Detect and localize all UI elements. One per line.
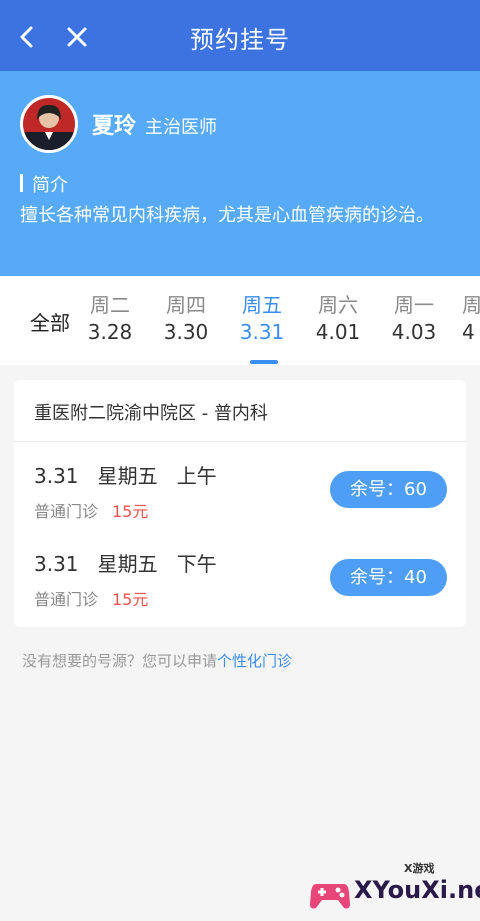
tab-weekday: 周五 [242,293,282,317]
tab-weekday: 周二 [90,293,130,317]
slot-time: 3.31 星期五 下午 [34,548,217,577]
book-button[interactable]: 余号：40 [330,559,447,596]
active-tab-indicator [250,360,278,364]
schedule-slot: 3.31 星期五 下午 普通门诊 15元 余号：40 [14,548,466,633]
slot-period: 上午 [176,464,217,488]
date-tabs: 全部 周二 3.28 周四 3.30 周五 3.31 周六 4.01 周一 4.… [0,276,480,365]
tab-date[interactable]: 周四 3.30 [156,292,216,346]
intro-label: 简介 [32,175,68,196]
tab-date[interactable]: 周一 4.03 [384,292,444,346]
tab-date-value: 4 [462,320,475,344]
tab-date-value: 4.01 [315,320,361,344]
doctor-name: 夏玲 [92,114,137,139]
page-title: 预约挂号 [190,26,290,54]
slot-weekday: 星期五 [97,464,158,488]
watermark: X游戏 XYouXi.net [306,858,480,916]
hint-text: 没有想要的号源？您可以申请 [22,652,218,670]
top-bar: 预约挂号 [0,0,480,71]
slot-period: 下午 [176,552,217,576]
tab-date[interactable]: 周二 3.28 [80,292,140,346]
section-marker [20,174,23,192]
custom-clinic-link[interactable]: 个性化门诊 [217,652,292,670]
schedule-slot: 3.31 星期五 上午 普通门诊 15元 余号：60 [14,460,466,545]
tab-weekday: 周六 [318,293,358,317]
tab-date-value: 3.28 [87,320,133,344]
tab-date[interactable]: 周六 4.01 [308,292,368,346]
tab-date-value: 3.30 [163,320,209,344]
tab-date-active[interactable]: 周五 3.31 [232,292,292,346]
slot-date: 3.31 [34,552,79,576]
clinic-price: 15元 [112,590,149,609]
schedule-card: 重医附二院渝中院区 - 普内科 3.31 星期五 上午 普通门诊 15元 余号：… [14,380,466,627]
tab-weekday: 周四 [166,293,206,317]
clinic-type: 普通门诊 [34,502,99,521]
gamepad-logo-icon [308,870,352,914]
tab-date-value: 3.31 [239,320,285,344]
tab-weekday: 周 [462,293,480,317]
watermark-small-text: X游戏 [404,862,435,875]
clinic-price: 15元 [112,502,149,521]
book-button[interactable]: 余号：60 [330,471,447,508]
tab-date-value: 4.03 [391,320,437,344]
hospital-department: 重医附二院渝中院区 - 普内科 [34,403,268,424]
custom-clinic-hint: 没有想要的号源？您可以申请个性化门诊 [22,650,292,671]
watermark-big-text: XYouXi.net [354,876,480,904]
clinic-type: 普通门诊 [34,590,99,609]
slot-weekday: 星期五 [97,552,158,576]
tab-all[interactable]: 全部 [30,307,70,336]
doctor-title: 主治医师 [145,117,217,138]
tab-weekday: 周一 [394,293,434,317]
slot-time: 3.31 星期五 上午 [34,460,217,489]
doctor-panel: 夏玲 主治医师 简介 擅长各种常见内科疾病，尤其是心血管疾病的诊治。 [0,71,480,276]
tab-date[interactable]: 周 4 [462,292,480,346]
avatar [20,95,78,153]
slot-date: 3.31 [34,464,79,488]
divider [14,441,466,442]
intro-text: 擅长各种常见内科疾病，尤其是心血管疾病的诊治。 [20,205,434,226]
